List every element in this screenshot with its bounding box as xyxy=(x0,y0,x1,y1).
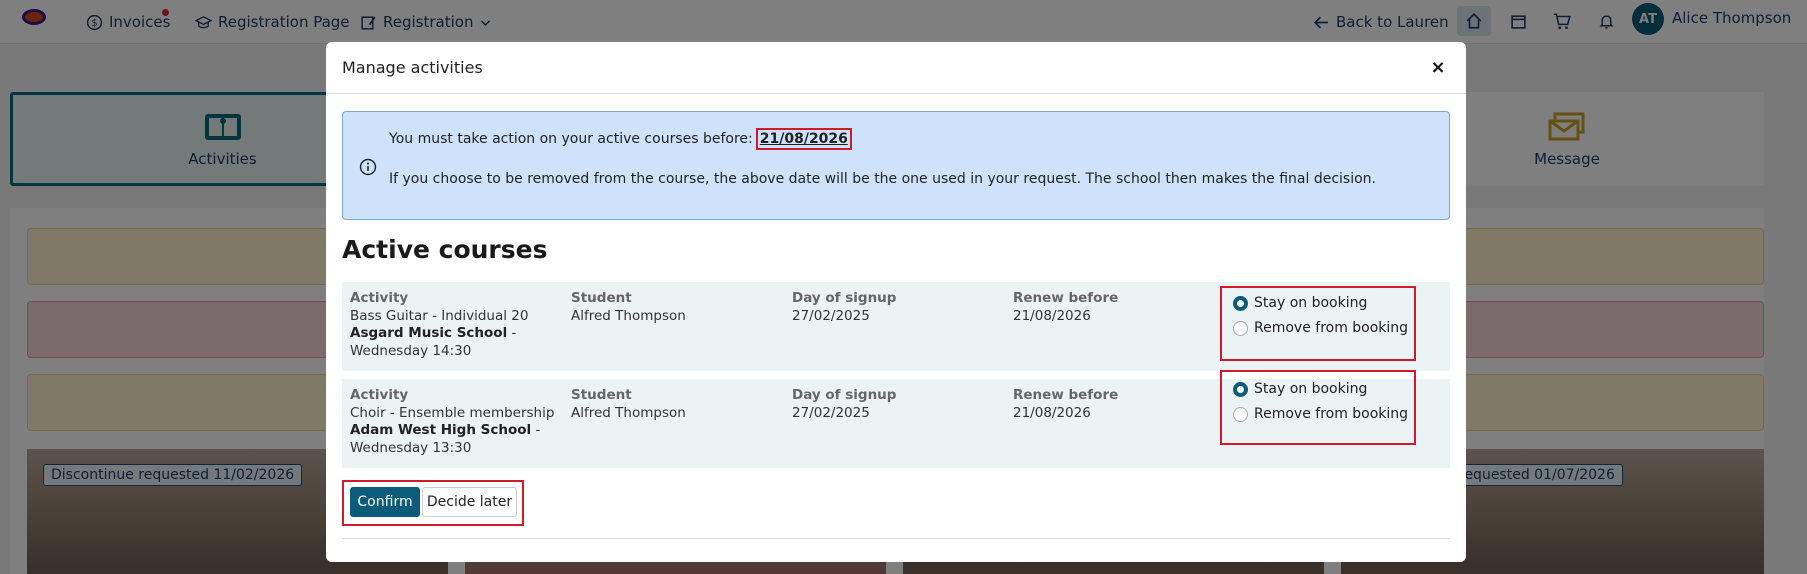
student-name: Alfred Thompson xyxy=(571,404,686,421)
stay-label: Stay on booking xyxy=(1254,295,1368,311)
student-cell: Student Alfred Thompson xyxy=(571,387,686,422)
close-button[interactable]: × xyxy=(1428,57,1448,78)
remove-radio[interactable] xyxy=(1233,406,1248,422)
remove-label: Remove from booking xyxy=(1254,320,1409,336)
info-removal-text: If you choose to be removed from the cou… xyxy=(389,171,1376,187)
signup-date: 27/02/2025 xyxy=(792,404,870,421)
stay-radio[interactable] xyxy=(1233,295,1248,311)
school-name: Asgard Music School xyxy=(350,325,508,341)
activity-cell: Activity Choir - Ensemble membership Ada… xyxy=(350,387,565,457)
student-name: Alfred Thompson xyxy=(571,307,686,324)
activity-school-time: Asgard Music School - xyxy=(350,325,565,343)
stay-on-booking-option[interactable]: Stay on booking xyxy=(1233,381,1367,397)
remove-radio[interactable] xyxy=(1233,320,1248,336)
activity-time: Wednesday 13:30 xyxy=(350,439,472,456)
decide-later-button[interactable]: Decide later xyxy=(422,487,517,517)
time-separator: - xyxy=(531,422,541,438)
remove-label: Remove from booking xyxy=(1254,406,1409,422)
modal-footer-divider xyxy=(342,538,1450,539)
deadline-date: 21/08/2026 xyxy=(755,128,852,150)
renew-cell: Renew before 21/08/2026 xyxy=(1013,387,1118,422)
student-cell: Student Alfred Thompson xyxy=(571,290,686,325)
school-name: Adam West High School xyxy=(350,422,532,438)
stay-label: Stay on booking xyxy=(1254,381,1368,397)
activity-label: Activity xyxy=(350,387,409,403)
signup-cell: Day of signup 27/02/2025 xyxy=(792,290,896,325)
stay-on-booking-option[interactable]: Stay on booking xyxy=(1233,295,1367,311)
signup-cell: Day of signup 27/02/2025 xyxy=(792,387,896,422)
info-alert: You must take action on your active cour… xyxy=(342,111,1450,220)
activity-cell: Activity Bass Guitar - Individual 20 Asg… xyxy=(350,290,565,360)
stay-radio[interactable] xyxy=(1233,381,1248,397)
manage-activities-modal: Manage activities × You must take action… xyxy=(326,42,1466,562)
renew-cell: Renew before 21/08/2026 xyxy=(1013,290,1118,325)
confirm-button[interactable]: Confirm xyxy=(350,487,420,517)
renew-label: Renew before xyxy=(1013,387,1119,403)
activity-name: Choir - Ensemble membership xyxy=(350,404,555,421)
renew-date: 21/08/2026 xyxy=(1013,307,1091,324)
signup-label: Day of signup xyxy=(792,290,897,306)
modal-header: Manage activities xyxy=(326,42,1466,94)
remove-from-booking-option[interactable]: Remove from booking xyxy=(1233,406,1408,422)
section-title: Active courses xyxy=(342,235,548,264)
info-icon xyxy=(359,158,377,176)
time-separator: - xyxy=(507,325,517,341)
activity-time: Wednesday 14:30 xyxy=(350,342,472,359)
activity-school-time: Adam West High School - xyxy=(350,422,565,440)
renew-label: Renew before xyxy=(1013,290,1119,306)
activity-name: Bass Guitar - Individual 20 xyxy=(350,307,529,324)
remove-from-booking-option[interactable]: Remove from booking xyxy=(1233,320,1408,336)
activity-label: Activity xyxy=(350,290,409,306)
student-label: Student xyxy=(571,290,632,306)
renew-date: 21/08/2026 xyxy=(1013,404,1091,421)
student-label: Student xyxy=(571,387,632,403)
modal-title: Manage activities xyxy=(342,58,483,77)
signup-date: 27/02/2025 xyxy=(792,307,870,324)
info-deadline-text: You must take action on your active cour… xyxy=(389,131,753,147)
info-deadline-line: You must take action on your active cour… xyxy=(389,128,852,150)
signup-label: Day of signup xyxy=(792,387,897,403)
